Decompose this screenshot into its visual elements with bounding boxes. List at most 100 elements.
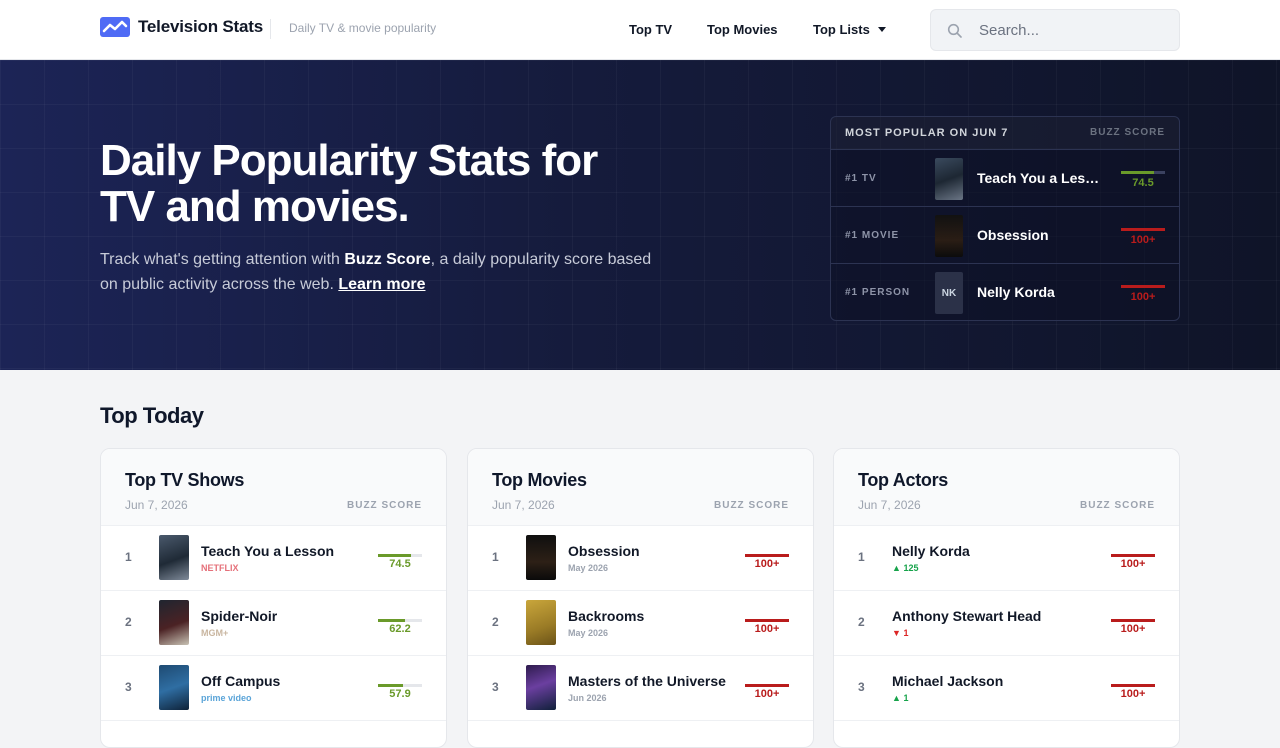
buzz-bar-fill: [1121, 171, 1154, 174]
buzz-bar: [1121, 285, 1165, 288]
learn-more-link[interactable]: Learn more: [338, 276, 425, 293]
title-name: Spider-Noir: [201, 608, 278, 624]
actor-name: Michael Jackson: [892, 673, 1004, 689]
nav-top-lists-label: Top Lists: [813, 22, 870, 37]
rank-change-value: 125: [903, 563, 919, 573]
nav-top-tv[interactable]: Top TV: [629, 22, 672, 37]
popular-row-movie[interactable]: #1 MOVIE Obsession 100+: [831, 207, 1179, 264]
buzz-bar-fill: [378, 684, 404, 687]
buzz-bar: [1121, 171, 1165, 174]
card-date: Jun 7, 2026: [125, 498, 188, 512]
list-item[interactable]: 3 Michael Jackson ▲ 1 100+: [834, 656, 1179, 721]
poster-thumbnail: [526, 535, 556, 580]
buzz-bar: [1111, 554, 1155, 557]
buzz-bar: [1111, 619, 1155, 622]
title-name: Off Campus: [201, 673, 281, 689]
top-today-title: Top Today: [100, 403, 204, 428]
buzz-bar-fill: [745, 619, 789, 622]
buzz-bar-fill: [1111, 684, 1155, 687]
card-header: Top TV Shows Jun 7, 2026 BUZZ SCORE: [101, 449, 446, 526]
buzz-bar: [378, 619, 422, 622]
network-label: NETFLIX: [201, 563, 239, 573]
poster-thumbnail: [526, 665, 556, 710]
popular-rank: #1 TV: [845, 173, 877, 184]
top-actors-card: Top Actors Jun 7, 2026 BUZZ SCORE 1 Nell…: [833, 448, 1180, 748]
poster-thumbnail: [159, 600, 189, 645]
card-header: Top Movies Jun 7, 2026 BUZZ SCORE: [468, 449, 813, 526]
buzz-bar: [378, 554, 422, 557]
release-date: May 2026: [568, 563, 609, 573]
rank-number: 2: [492, 615, 499, 629]
buzz-value: 62.2: [389, 623, 411, 635]
card-date: Jun 7, 2026: [492, 498, 555, 512]
buzz-value: 100+: [754, 623, 780, 635]
title-name: Masters of the Universe: [568, 673, 726, 689]
nav-top-lists[interactable]: Top Lists: [813, 22, 886, 37]
buzz-value: 57.9: [389, 688, 411, 700]
chart-logo-icon: [100, 17, 130, 37]
list-item[interactable]: 2 Anthony Stewart Head ▼ 1 100+: [834, 591, 1179, 656]
network-label: prime video: [201, 693, 252, 703]
buzz-bar-fill: [1121, 228, 1165, 231]
popular-rank: #1 MOVIE: [845, 230, 900, 241]
top-movies-card: Top Movies Jun 7, 2026 BUZZ SCORE 1 Obse…: [467, 448, 814, 748]
network-label: MGM+: [201, 628, 229, 638]
poster-thumbnail: [159, 535, 189, 580]
list-item[interactable]: 3 Masters of the Universe Jun 2026 100+: [468, 656, 813, 721]
buzz-score-term: Buzz Score: [344, 251, 431, 268]
rank-number: 2: [125, 615, 132, 629]
most-popular-header: MOST POPULAR ON JUN 7 BUZZ SCORE: [831, 117, 1179, 150]
title-name: Obsession: [568, 543, 640, 559]
actor-name: Anthony Stewart Head: [892, 608, 1042, 624]
buzz-bar-fill: [1121, 285, 1165, 288]
triangle-up-icon: ▲: [892, 693, 901, 703]
rank-change: ▲ 1: [892, 693, 908, 703]
buzz-bar-fill: [378, 554, 411, 557]
search-input[interactable]: [979, 10, 1169, 50]
buzz-value: 74.5: [389, 558, 411, 570]
site-logo[interactable]: Television Stats: [100, 17, 263, 37]
list-item[interactable]: 1 Teach You a Lesson NETFLIX 74.5: [101, 526, 446, 591]
buzz-bar: [378, 684, 422, 687]
hero-sub-text: Track what's getting attention with: [100, 251, 345, 268]
nav-top-movies[interactable]: Top Movies: [707, 22, 778, 37]
buzz-score-label: BUZZ SCORE: [714, 500, 789, 511]
actor-name: Nelly Korda: [892, 543, 970, 559]
popular-row-person[interactable]: #1 PERSON NK Nelly Korda 100+: [831, 264, 1179, 320]
list-item[interactable]: 1 Obsession May 2026 100+: [468, 526, 813, 591]
hero-section: Daily Popularity Stats for TV and movies…: [0, 60, 1280, 370]
card-date: Jun 7, 2026: [858, 498, 921, 512]
buzz-value: 100+: [1130, 291, 1156, 303]
list-item[interactable]: 1 Nelly Korda ▲ 125 100+: [834, 526, 1179, 591]
card-title[interactable]: Top TV Shows: [125, 470, 244, 491]
rank-number: 1: [858, 550, 865, 564]
card-title[interactable]: Top Movies: [492, 470, 587, 491]
buzz-value: 74.5: [1132, 177, 1154, 189]
card-title[interactable]: Top Actors: [858, 470, 948, 491]
rank-number: 3: [858, 680, 865, 694]
search-box[interactable]: [930, 9, 1180, 51]
rank-number: 3: [492, 680, 499, 694]
poster-thumbnail: [159, 665, 189, 710]
poster-thumbnail: [935, 215, 963, 257]
rank-change-value: 1: [903, 628, 909, 638]
search-icon: [947, 23, 962, 38]
buzz-bar: [745, 619, 789, 622]
list-item[interactable]: 2 Spider-Noir MGM+ 62.2: [101, 591, 446, 656]
rank-number: 1: [125, 550, 132, 564]
chevron-down-icon: [877, 27, 886, 32]
triangle-down-icon: ▼: [892, 628, 901, 638]
rank-change-value: 1: [903, 693, 909, 703]
buzz-score-label: BUZZ SCORE: [347, 500, 422, 511]
rank-change: ▼ 1: [892, 628, 908, 638]
popular-row-tv[interactable]: #1 TV Teach You a Lesson 74.5: [831, 150, 1179, 207]
list-item[interactable]: 3 Off Campus prime video 57.9: [101, 656, 446, 721]
buzz-value: 100+: [1120, 558, 1146, 570]
popular-rank: #1 PERSON: [845, 287, 911, 298]
list-item[interactable]: 2 Backrooms May 2026 100+: [468, 591, 813, 656]
poster-thumbnail: [935, 158, 963, 200]
rank-number: 3: [125, 680, 132, 694]
buzz-bar: [745, 684, 789, 687]
buzz-score-label: BUZZ SCORE: [1090, 127, 1165, 138]
buzz-bar: [745, 554, 789, 557]
